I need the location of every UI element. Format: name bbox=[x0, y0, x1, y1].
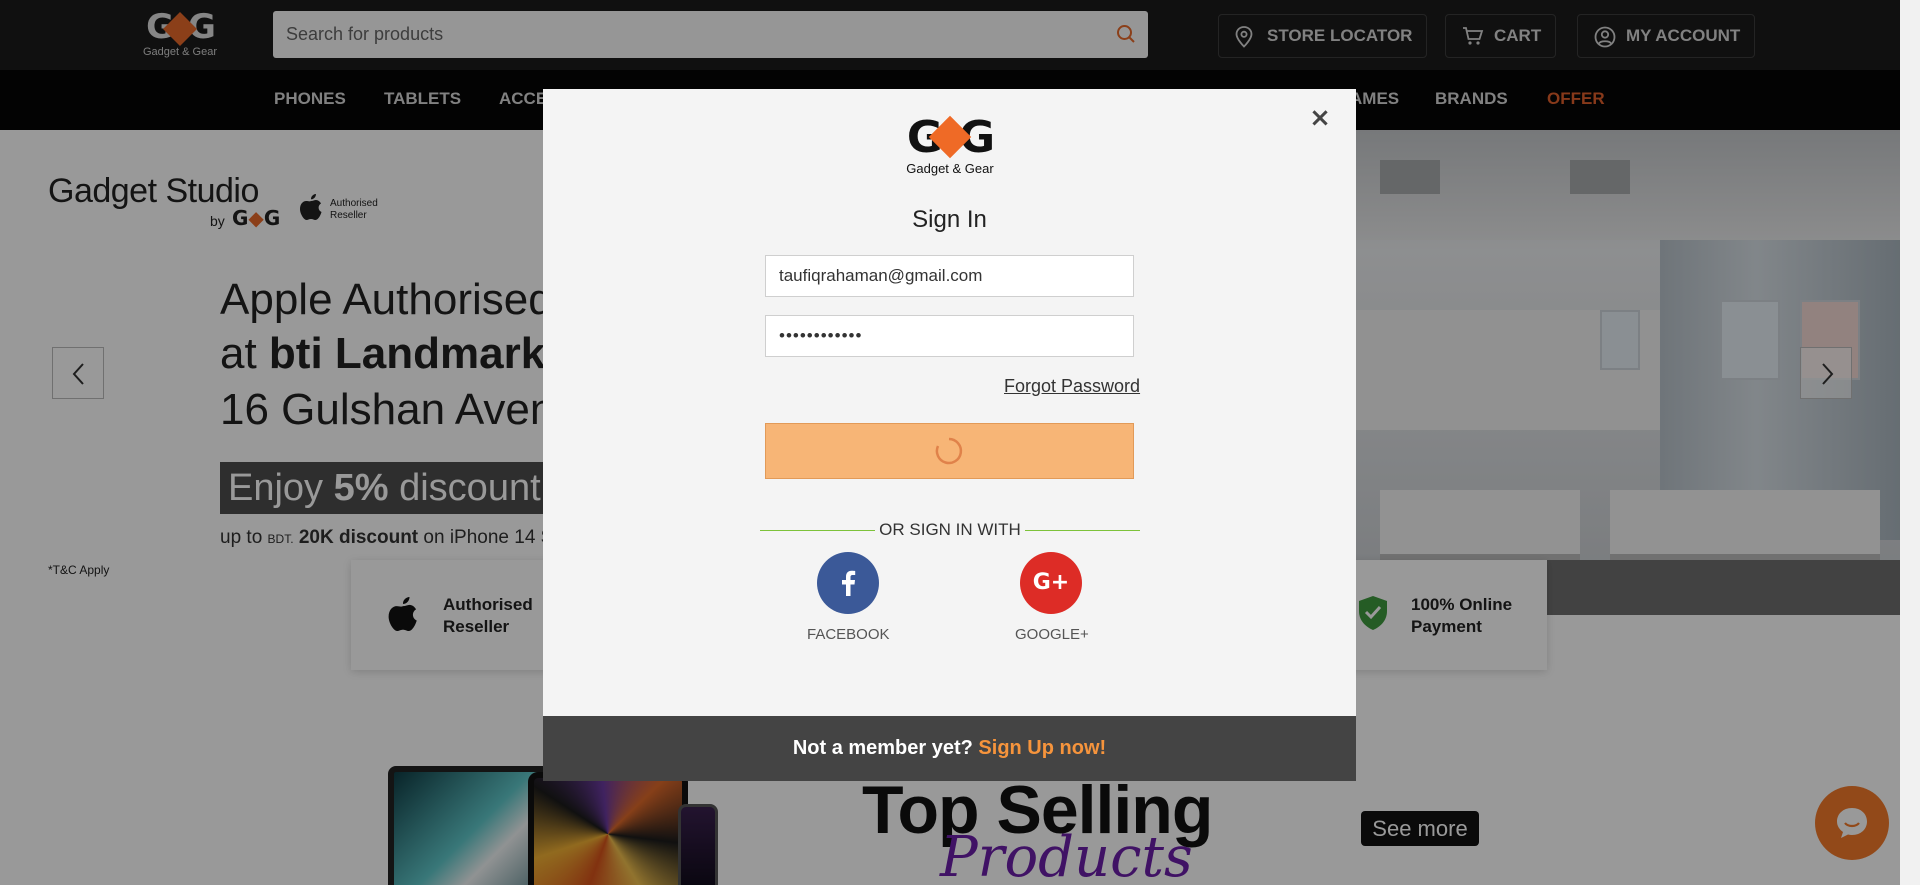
social-divider: OR SIGN IN WITH bbox=[760, 520, 1140, 540]
divider-line-right bbox=[1025, 530, 1140, 531]
modal-footer: Not a member yet? Sign Up now! bbox=[543, 716, 1356, 781]
facebook-label: FACEBOOK bbox=[807, 626, 890, 643]
modal-logo-mark: GG bbox=[906, 112, 995, 163]
page-scrollbar[interactable] bbox=[1900, 0, 1920, 885]
forgot-password-link[interactable]: Forgot Password bbox=[1004, 377, 1140, 395]
loading-spinner-icon bbox=[935, 437, 963, 465]
facebook-icon bbox=[817, 552, 879, 614]
password-field[interactable]: •••••••••••• bbox=[765, 315, 1134, 357]
facebook-signin-button[interactable] bbox=[817, 552, 879, 614]
footer-prompt: Not a member yet? bbox=[792, 737, 979, 759]
close-icon[interactable]: × bbox=[1305, 103, 1335, 133]
modal-logo-text: Gadget & Gear bbox=[906, 161, 994, 176]
sign-in-title: Sign In bbox=[912, 206, 987, 233]
page: GG Gadget & Gear STORE LOCATOR CART bbox=[0, 0, 1920, 885]
google-plus-icon: G+ bbox=[1032, 570, 1070, 595]
email-field[interactable]: taufiqrahaman@gmail.com bbox=[765, 255, 1134, 297]
modal-logo: GG Gadget & Gear bbox=[900, 116, 1000, 176]
google-label: GOOGLE+ bbox=[1015, 626, 1089, 643]
google-signin-button[interactable]: G+ bbox=[1020, 552, 1082, 614]
sign-up-link[interactable]: Sign Up now! bbox=[978, 737, 1106, 759]
